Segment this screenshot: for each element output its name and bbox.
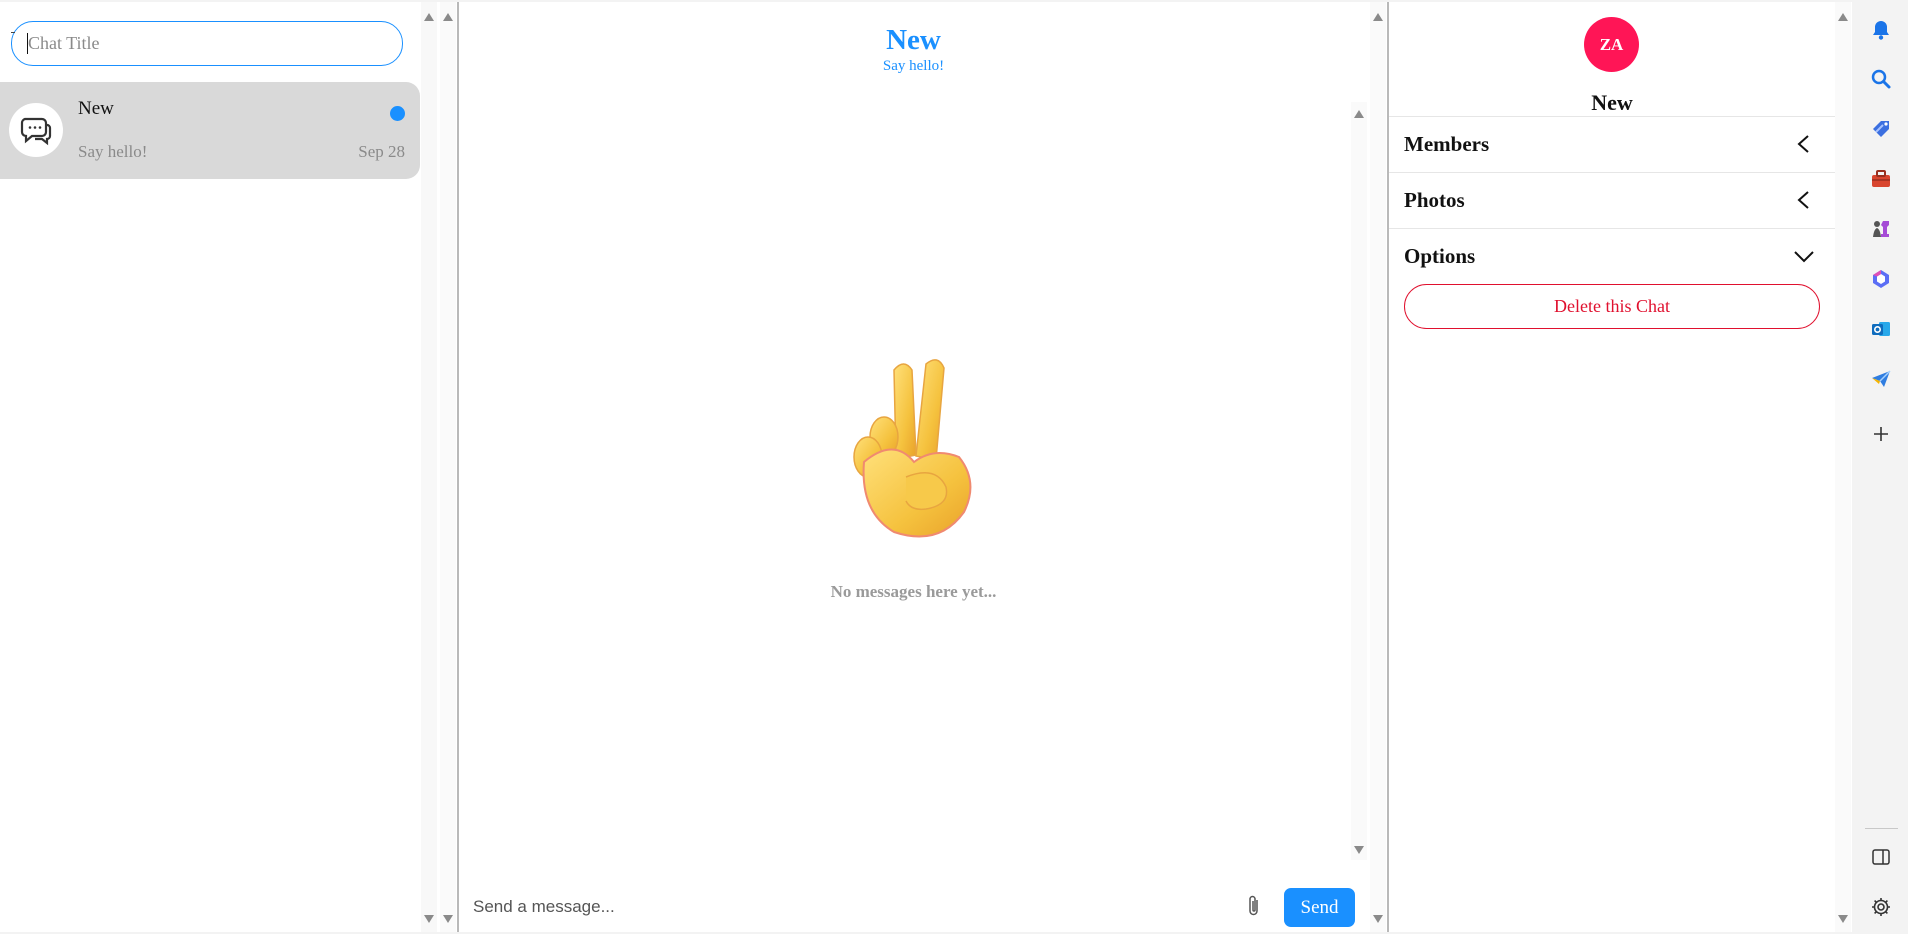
delete-chat-button[interactable]: Delete this Chat: [1404, 284, 1820, 329]
chat-item-preview: Say hello!: [78, 142, 148, 161]
outlook-icon[interactable]: [1869, 317, 1893, 341]
send-icon[interactable]: [1869, 367, 1893, 391]
chat-details-panel: ZA New Members Photos Options Delete thi…: [1389, 2, 1835, 932]
messages-scrollbar[interactable]: [1351, 102, 1367, 860]
chat-list-item[interactable]: New Say hello! Sep 28: [0, 82, 420, 179]
section-label: Members: [1404, 132, 1490, 156]
conversation-panel: New Say hello! No messages here yet... S…: [459, 2, 1388, 932]
details-chat-name: New: [1591, 90, 1633, 115]
scroll-down-icon[interactable]: [1838, 915, 1848, 923]
scroll-up-icon[interactable]: [424, 13, 434, 21]
chat-list-panel: New Say hello! Sep 28: [0, 2, 420, 932]
chat-bubbles-icon: [9, 103, 63, 157]
scroll-down-icon[interactable]: [443, 915, 453, 923]
section-options[interactable]: Options: [1389, 228, 1835, 284]
conversation-title: New: [886, 24, 941, 56]
scroll-up-icon[interactable]: [1838, 13, 1848, 21]
scroll-down-icon[interactable]: [1354, 846, 1364, 854]
chevron-down-icon: [1794, 251, 1814, 263]
section-photos[interactable]: Photos: [1389, 172, 1835, 228]
bell-icon[interactable]: [1869, 18, 1893, 42]
send-button[interactable]: Send: [1284, 888, 1355, 927]
conversation-subtitle: Say hello!: [882, 58, 945, 74]
chat-title-input[interactable]: [11, 21, 403, 66]
settings-icon[interactable]: [1869, 895, 1893, 919]
empty-state-text: No messages here yet...: [830, 582, 997, 601]
message-input[interactable]: [473, 890, 1213, 924]
section-members[interactable]: Members: [1389, 116, 1835, 172]
unread-indicator: [390, 106, 405, 121]
left-pane-scrollbar[interactable]: [440, 2, 456, 932]
scroll-down-icon[interactable]: [1373, 915, 1383, 923]
avatar: ZA: [1584, 17, 1639, 72]
text-caret: [27, 33, 28, 54]
paperclip-icon[interactable]: [1245, 894, 1267, 920]
search-icon[interactable]: [1869, 67, 1893, 91]
chat-list-scrollbar[interactable]: [421, 2, 437, 932]
tag-icon[interactable]: [1869, 117, 1893, 141]
toolbox-icon[interactable]: [1869, 167, 1893, 191]
copilot-icon[interactable]: [1869, 267, 1893, 291]
chat-item-name: New: [78, 98, 114, 119]
scroll-up-icon[interactable]: [443, 13, 453, 21]
browser-sidebar: [1853, 0, 1908, 934]
chevron-left-icon: [1797, 191, 1809, 209]
sidebar-panel-icon[interactable]: [1869, 845, 1893, 869]
chevron-left-icon: [1797, 135, 1809, 153]
scroll-up-icon[interactable]: [1373, 13, 1383, 21]
chat-item-date: Sep 28: [358, 142, 405, 161]
section-label: Photos: [1404, 188, 1465, 212]
victory-hand-emoji: [459, 352, 1368, 557]
plus-icon[interactable]: [1869, 422, 1893, 446]
message-composer: Send: [459, 880, 1368, 932]
chat-app: New Say hello! Sep 28 New Say hello!: [0, 2, 1852, 932]
chess-icon[interactable]: [1869, 217, 1893, 241]
sidebar-divider: [1865, 828, 1898, 829]
scroll-up-icon[interactable]: [1354, 110, 1364, 118]
panel-marker: [11, 32, 15, 33]
section-label: Options: [1404, 244, 1476, 268]
scroll-down-icon[interactable]: [424, 915, 434, 923]
details-scrollbar[interactable]: [1835, 2, 1851, 932]
conversation-scrollbar[interactable]: [1370, 2, 1386, 932]
